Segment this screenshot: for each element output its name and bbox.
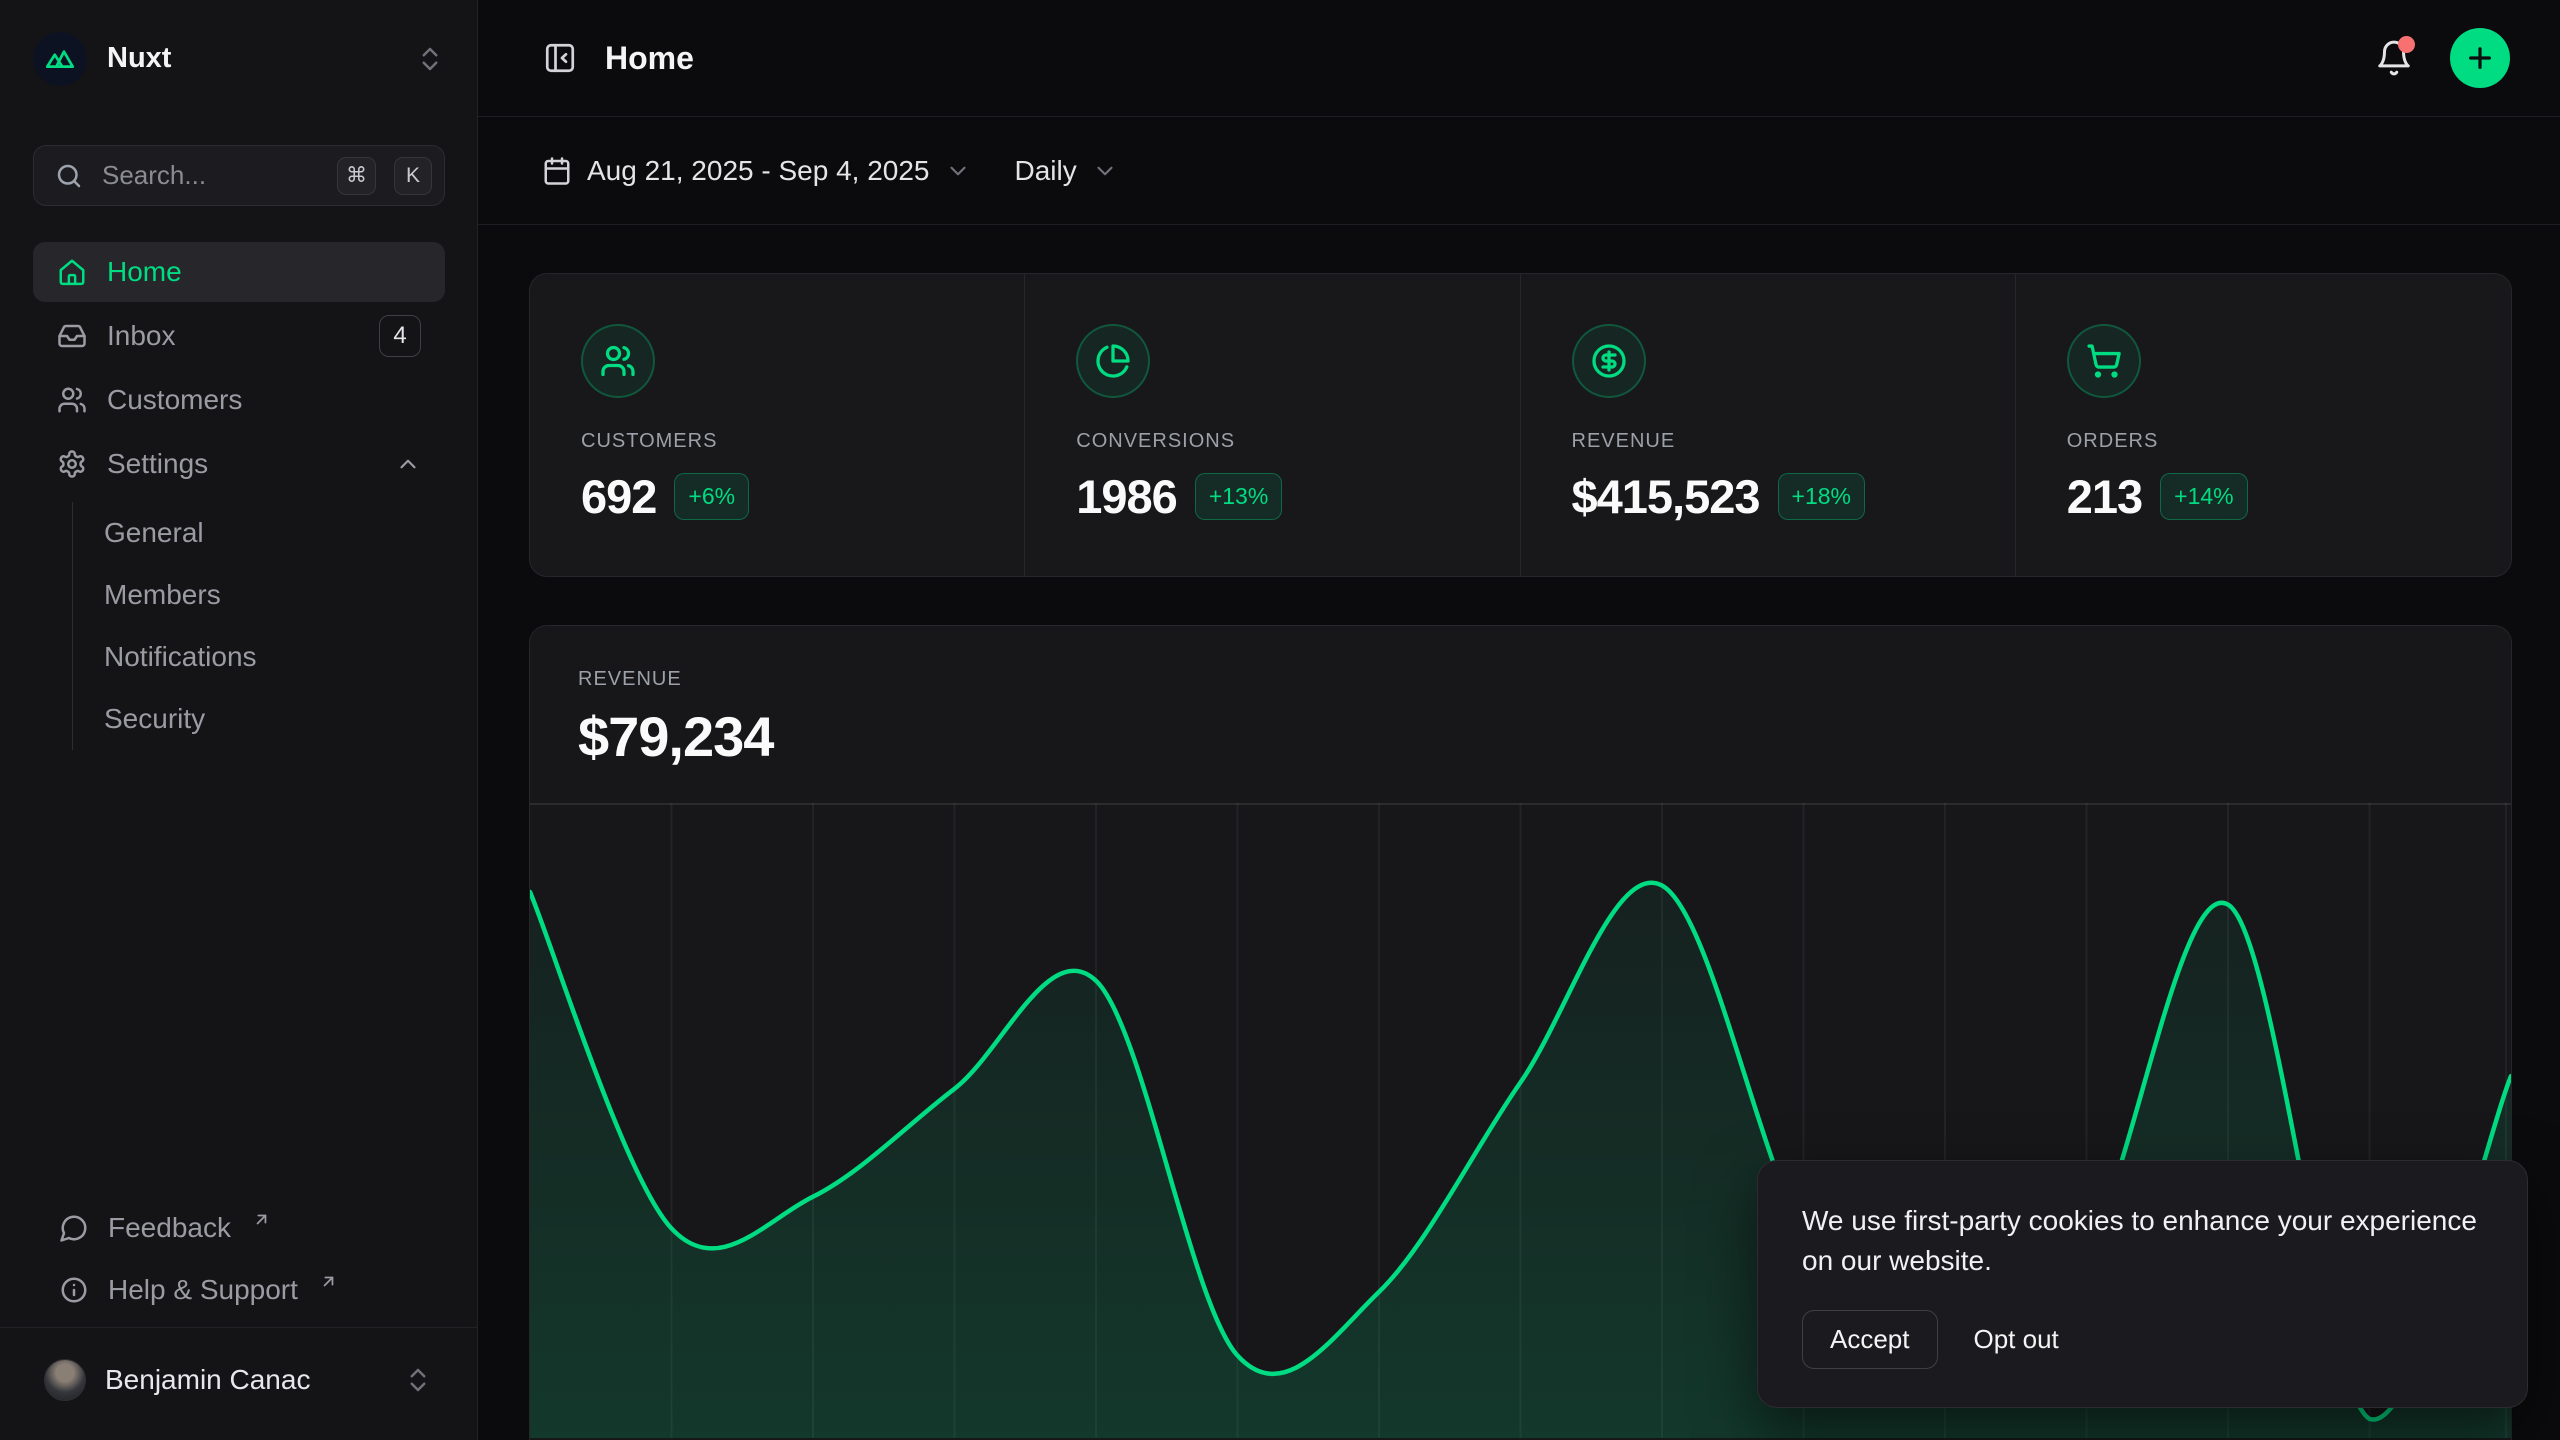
sidebar-nav: Home Inbox 4 Customers Settings Ge <box>33 242 445 750</box>
feedback-label: Feedback <box>108 1212 231 1244</box>
nuxt-logo-icon <box>33 32 87 86</box>
home-icon <box>57 257 87 287</box>
sidebar-item-label: Settings <box>107 448 375 480</box>
stat-card-revenue[interactable]: REVENUE $415,523 +18% <box>1521 274 2016 576</box>
stat-label: CUSTOMERS <box>581 430 1024 453</box>
kbd-k: K <box>394 157 432 195</box>
sidebar-item-label: Inbox <box>107 320 359 352</box>
users-icon <box>581 324 655 398</box>
sidebar-item-inbox[interactable]: Inbox 4 <box>33 306 445 366</box>
sidebar-item-customers[interactable]: Customers <box>33 370 445 430</box>
search-input[interactable]: Search... ⌘ K <box>33 145 445 206</box>
notification-dot <box>2398 36 2415 53</box>
chevrons-up-down-icon <box>415 44 445 74</box>
chevrons-up-down-icon <box>403 1365 433 1395</box>
stat-delta-badge: +6% <box>674 473 749 520</box>
page-title: Home <box>605 40 694 77</box>
navbar: Home <box>478 0 2560 117</box>
stat-value: 213 <box>2067 469 2142 524</box>
sidebar-item-label: Home <box>107 256 421 288</box>
sidebar-item-home[interactable]: Home <box>33 242 445 302</box>
stat-delta-badge: +14% <box>2160 473 2247 520</box>
kbd-meta: ⌘ <box>337 157 376 195</box>
stats-grid: CUSTOMERS 692 +6% CONVERSIONS 1986 +13% <box>529 273 2512 577</box>
stat-value: 1986 <box>1076 469 1177 524</box>
add-button[interactable] <box>2450 28 2510 88</box>
cookie-actions: Accept Opt out <box>1802 1310 2483 1369</box>
sidebar-item-notifications[interactable]: Notifications <box>73 626 445 688</box>
toolbar: Aug 21, 2025 - Sep 4, 2025 Daily <box>478 117 2560 225</box>
help-support-link[interactable]: Help & Support <box>33 1259 445 1321</box>
sidebar-item-settings[interactable]: Settings <box>33 434 445 494</box>
message-circle-icon <box>59 1213 89 1243</box>
inbox-icon <box>57 321 87 351</box>
search-icon <box>54 161 84 191</box>
user-name: Benjamin Canac <box>105 1364 384 1396</box>
chevron-down-icon <box>1092 158 1118 184</box>
help-support-label: Help & Support <box>108 1274 298 1306</box>
stat-value: 692 <box>581 469 656 524</box>
sidebar-divider <box>0 1327 477 1328</box>
notifications-button[interactable] <box>2375 39 2413 77</box>
opt-out-button[interactable]: Opt out <box>1974 1311 2059 1368</box>
user-avatar <box>44 1359 86 1401</box>
granularity-label: Daily <box>1015 155 1077 187</box>
user-menu[interactable]: Benjamin Canac <box>33 1338 445 1422</box>
search-placeholder: Search... <box>102 160 319 191</box>
sidebar-item-general[interactable]: General <box>73 502 445 564</box>
sidebar-item-members[interactable]: Members <box>73 564 445 626</box>
sidebar-item-label: Customers <box>107 384 421 416</box>
stat-label: REVENUE <box>1572 430 2015 453</box>
sidebar-item-security[interactable]: Security <box>73 688 445 750</box>
external-link-icon <box>252 1210 271 1229</box>
granularity-select[interactable]: Daily <box>1015 155 1118 187</box>
pie-chart-icon <box>1076 324 1150 398</box>
stat-delta-badge: +18% <box>1778 473 1865 520</box>
dollar-circle-icon <box>1572 324 1646 398</box>
sidebar: Nuxt Search... ⌘ K Home Inbox 4 <box>0 0 478 1440</box>
chevron-down-icon <box>945 158 971 184</box>
users-icon <box>57 385 87 415</box>
stat-delta-badge: +13% <box>1195 473 1282 520</box>
settings-subnav: General Members Notifications Security <box>72 502 445 750</box>
cookie-message: We use first-party cookies to enhance yo… <box>1802 1201 2483 1282</box>
revenue-chart-header: REVENUE $79,234 <box>530 626 2511 769</box>
stat-label: CONVERSIONS <box>1076 430 1519 453</box>
sidebar-collapse-button[interactable] <box>542 40 578 76</box>
navbar-right <box>2375 28 2510 88</box>
date-range-picker[interactable]: Aug 21, 2025 - Sep 4, 2025 <box>542 155 971 187</box>
revenue-chart-value: $79,234 <box>578 704 2463 769</box>
date-range-label: Aug 21, 2025 - Sep 4, 2025 <box>587 155 930 187</box>
calendar-icon <box>542 156 572 186</box>
gear-icon <box>57 449 87 479</box>
stat-value: $415,523 <box>1572 469 1760 524</box>
team-switcher[interactable]: Nuxt <box>33 0 445 117</box>
main-area: Home Aug 21, 2025 - Sep 4, 2025 Daily <box>478 0 2560 1440</box>
team-name: Nuxt <box>107 42 395 75</box>
revenue-chart-label: REVENUE <box>578 668 2463 691</box>
cookie-consent-toast: We use first-party cookies to enhance yo… <box>1757 1160 2528 1408</box>
stat-card-conversions[interactable]: CONVERSIONS 1986 +13% <box>1025 274 1520 576</box>
stat-card-customers[interactable]: CUSTOMERS 692 +6% <box>530 274 1025 576</box>
info-circle-icon <box>59 1275 89 1305</box>
navbar-left: Home <box>542 40 694 77</box>
accept-button[interactable]: Accept <box>1802 1310 1938 1369</box>
sidebar-footer: Feedback Help & Support Benjamin Canac <box>33 1197 445 1440</box>
external-link-icon <box>319 1272 338 1291</box>
cart-icon <box>2067 324 2141 398</box>
stat-card-orders[interactable]: ORDERS 213 +14% <box>2016 274 2511 576</box>
feedback-link[interactable]: Feedback <box>33 1197 445 1259</box>
stat-label: ORDERS <box>2067 430 2511 453</box>
inbox-count-badge: 4 <box>379 315 421 357</box>
chevron-up-icon <box>395 451 421 477</box>
